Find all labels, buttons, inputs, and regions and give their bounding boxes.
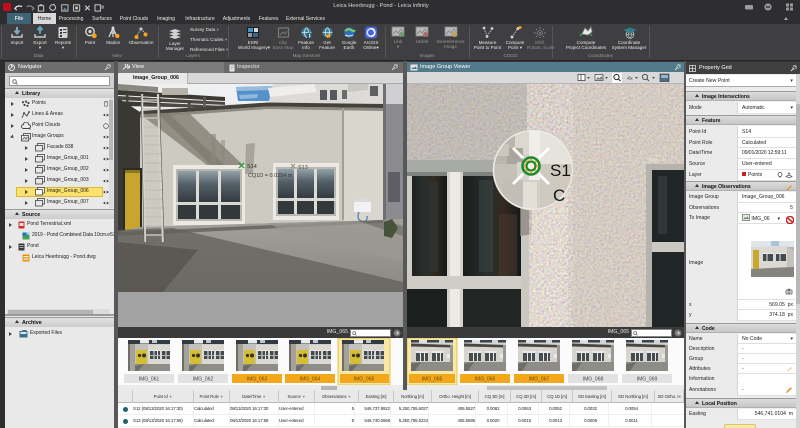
svg-text:S18: S18	[649, 158, 658, 164]
svg-text:IMG_068: IMG_068	[583, 377, 604, 383]
svg-text:IMG_065: IMG_065	[354, 377, 375, 383]
svg-text:IMG_067: IMG_067	[529, 377, 550, 383]
svg-text:C: C	[553, 186, 565, 205]
svg-text:IMG_065: IMG_065	[422, 377, 443, 383]
svg-text:IMG_069: IMG_069	[637, 377, 658, 383]
svg-text:S14: S14	[247, 164, 257, 170]
svg-text:S1: S1	[550, 161, 571, 180]
svg-text:IMG_063: IMG_063	[247, 377, 268, 383]
svg-text:IMG_061: IMG_061	[139, 377, 160, 383]
svg-text:IMG_066: IMG_066	[475, 377, 496, 383]
svg-text:IMG_062: IMG_062	[193, 377, 214, 383]
svg-text:IMG_064: IMG_064	[300, 377, 321, 383]
svg-text:CQ1D = 0.0254 m: CQ1D = 0.0254 m	[248, 173, 293, 179]
svg-text:S13: S13	[298, 165, 308, 171]
svg-text:4x: 4x	[627, 76, 633, 82]
